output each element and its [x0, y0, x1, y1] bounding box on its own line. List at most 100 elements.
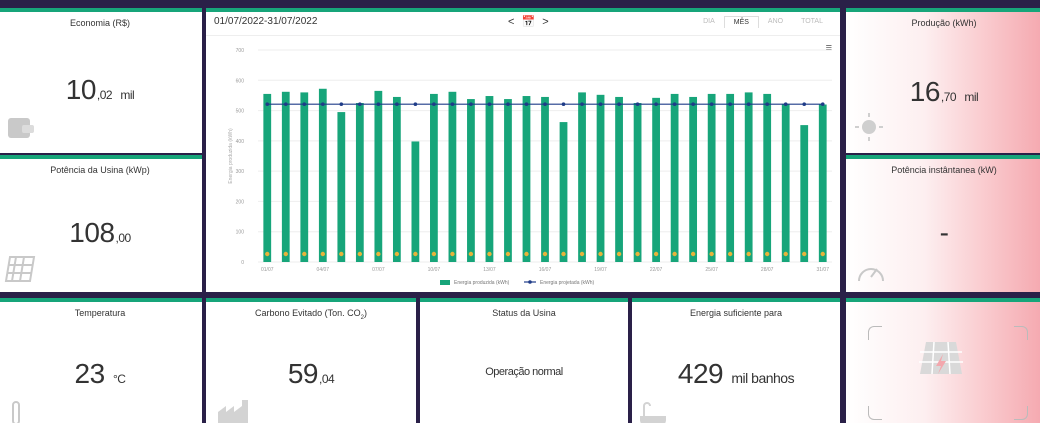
- point-energia-projetada: [321, 102, 325, 107]
- tab-total[interactable]: TOTAL: [792, 16, 832, 28]
- carbono-title: Carbono Evitado (Ton. CO2): [255, 308, 367, 321]
- bar-base-marker: [320, 251, 326, 257]
- point-energia-projetada: [617, 102, 621, 107]
- status-title: Status da Usina: [492, 308, 556, 318]
- bar-energia-produzida: [763, 93, 772, 262]
- bar-base-marker: [376, 251, 381, 257]
- bar-base-marker: [265, 251, 270, 257]
- bar-base-marker: [431, 251, 437, 257]
- bar-energia-produzida: [541, 96, 549, 262]
- point-energia-projetada: [820, 102, 825, 107]
- potencia-inst-title: Potência instântanea (kW): [891, 165, 997, 175]
- thermometer-icon: [8, 400, 24, 423]
- point-energia-projetada: [543, 102, 547, 107]
- bar-base-marker: [672, 251, 677, 257]
- next-period-button[interactable]: >: [542, 16, 548, 28]
- x-tick-label: 10/07: [428, 267, 441, 273]
- bar-base-marker: [357, 251, 363, 257]
- y-tick-label: 400: [236, 139, 245, 145]
- bar-energia-produzida: [689, 96, 698, 262]
- bar-energia-produzida: [652, 97, 660, 262]
- energia-title: Energia suficiente para: [689, 308, 783, 318]
- prev-period-button[interactable]: <: [508, 16, 514, 28]
- legend-swatch-produzida: [440, 280, 450, 285]
- temperatura-value: 23 °C: [74, 358, 126, 389]
- point-energia-projetada: [746, 102, 751, 107]
- economia-title: Economia (R$): [69, 18, 131, 28]
- bar-base-marker: [561, 251, 566, 257]
- corner-bracket-tr: [1014, 326, 1028, 340]
- date-range-field[interactable]: 01/07/2022-31/07/2022: [214, 16, 317, 27]
- bar-base-marker: [302, 251, 307, 257]
- point-energia-projetada: [265, 102, 270, 107]
- bar-base-marker: [653, 251, 659, 257]
- tab-mes[interactable]: MÊS: [723, 16, 759, 28]
- solar-card: [846, 298, 1040, 423]
- bar-base-marker: [283, 251, 288, 257]
- x-tick-label: 22/07: [650, 267, 663, 273]
- point-energia-projetada: [487, 102, 492, 107]
- point-energia-projetada: [506, 102, 510, 107]
- point-energia-projetada: [691, 102, 695, 107]
- y-tick-label: 100: [236, 230, 245, 236]
- point-energia-projetada: [339, 102, 344, 107]
- x-tick-label: 25/07: [705, 267, 718, 273]
- bar-base-marker: [394, 251, 400, 257]
- factory-icon: [216, 398, 250, 423]
- y-axis-label: Energia produzida (kWh): [228, 128, 234, 184]
- economia-card: Economia (R$) 10,02 mil: [0, 8, 202, 153]
- potencia-usina-title: Potência da Usina (kWp): [50, 165, 150, 175]
- bar-base-marker: [413, 251, 418, 257]
- energia-card: Energia suficiente para 429 mil banhos: [632, 298, 840, 423]
- legend-marker-projetada: [528, 280, 532, 284]
- point-energia-projetada: [524, 102, 529, 107]
- potencia-usina-card: Potência da Usina (kWp) 108,00: [0, 155, 202, 292]
- producao-title: Produção (kWh): [911, 18, 977, 28]
- point-energia-projetada: [413, 102, 418, 107]
- bar-energia-produzida: [411, 141, 420, 262]
- sun-icon: [854, 112, 884, 147]
- point-energia-projetada: [283, 102, 288, 107]
- x-tick-label: 01/07: [261, 267, 274, 273]
- bar-base-marker: [802, 251, 807, 257]
- calendar-icon[interactable]: 📅: [522, 16, 536, 28]
- point-energia-projetada: [580, 102, 584, 107]
- point-energia-projetada: [598, 102, 603, 107]
- bar-energia-produzida: [504, 99, 512, 262]
- bar-base-marker: [542, 251, 548, 257]
- temperatura-title: Temperatura: [74, 308, 126, 318]
- bar-energia-produzida: [559, 122, 568, 262]
- tab-dia[interactable]: DIA: [694, 16, 724, 28]
- potencia-inst-card: Potência instântanea (kW) -: [846, 155, 1040, 292]
- bar-energia-produzida: [615, 96, 623, 262]
- bar-energia-produzida: [430, 93, 438, 262]
- bar-base-marker: [616, 251, 622, 257]
- bar-base-marker: [468, 251, 474, 257]
- bar-energia-produzida: [596, 94, 605, 262]
- bar-base-marker: [709, 251, 714, 257]
- wallet-icon: [6, 112, 36, 147]
- bar-energia-produzida: [263, 93, 272, 262]
- bar-energia-produzida: [355, 103, 364, 262]
- solar-panel-bolt-icon: [916, 340, 966, 393]
- point-energia-projetada: [672, 102, 677, 107]
- y-tick-label: 200: [236, 199, 245, 205]
- point-energia-projetada: [469, 102, 473, 107]
- point-energia-projetada: [635, 102, 640, 107]
- legend-label-produzida: Energia produzida (kWh): [454, 280, 510, 286]
- point-energia-projetada: [302, 102, 307, 107]
- tab-ano[interactable]: ANO: [759, 16, 792, 28]
- point-energia-projetada: [432, 102, 436, 107]
- point-energia-projetada: [802, 102, 807, 107]
- bar-energia-produzida: [448, 91, 457, 262]
- potencia-usina-value: 108,00: [69, 217, 131, 248]
- bar-base-marker: [524, 251, 529, 257]
- bar-energia-produzida: [281, 91, 290, 262]
- corner-bracket-tl: [868, 326, 882, 340]
- y-tick-label: 600: [236, 78, 245, 84]
- bar-base-marker: [635, 251, 640, 257]
- bar-base-marker: [727, 251, 733, 257]
- bar-base-marker: [339, 251, 344, 257]
- point-energia-projetada: [728, 102, 732, 107]
- potencia-inst-value: -: [939, 217, 949, 248]
